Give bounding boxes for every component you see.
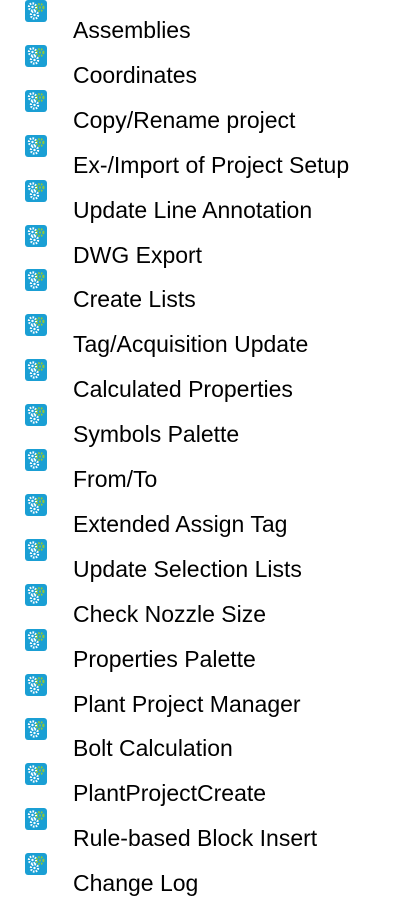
list-item[interactable]: Check Nozzle Size bbox=[0, 584, 403, 629]
list-item-label: Rule-based Block Insert bbox=[73, 825, 318, 851]
list-item-label: Calculated Properties bbox=[73, 376, 293, 402]
list-item[interactable]: Rule-based Block Insert bbox=[0, 808, 403, 853]
gears-icon bbox=[25, 674, 47, 696]
list-item-label: Extended Assign Tag bbox=[73, 511, 288, 537]
gears-icon bbox=[25, 494, 47, 516]
list-item[interactable]: Assemblies bbox=[0, 0, 403, 45]
gears-icon bbox=[25, 225, 47, 247]
gears-icon bbox=[25, 404, 47, 426]
list-item[interactable]: From/To bbox=[0, 449, 403, 494]
gears-icon bbox=[25, 314, 47, 336]
list-item[interactable]: Extended Assign Tag bbox=[0, 494, 403, 539]
list-item[interactable]: DWG Export bbox=[0, 225, 403, 270]
gears-icon bbox=[25, 718, 47, 740]
list-item[interactable]: PlantProjectCreate bbox=[0, 763, 403, 808]
gears-icon bbox=[25, 449, 47, 471]
gears-icon bbox=[25, 853, 47, 875]
list-item-label: Assemblies bbox=[73, 17, 191, 43]
gears-icon bbox=[25, 359, 47, 381]
list-item[interactable]: Symbols Palette bbox=[0, 404, 403, 449]
list-item-label: Copy/Rename project bbox=[73, 107, 296, 133]
list-item-label: PlantProjectCreate bbox=[73, 780, 267, 806]
list-item-label: Bolt Calculation bbox=[73, 735, 233, 761]
list-item-label: Update Selection Lists bbox=[73, 556, 302, 582]
list-item[interactable]: Copy/Rename project bbox=[0, 90, 403, 135]
list-item[interactable]: Ex-/Import of Project Setup bbox=[0, 135, 403, 180]
list-item[interactable]: Update Line Annotation bbox=[0, 180, 403, 225]
list-item-label: Properties Palette bbox=[73, 646, 256, 672]
list-item-label: Change Log bbox=[73, 870, 199, 896]
list-item-label: Update Line Annotation bbox=[73, 197, 313, 223]
list-item[interactable]: Change Log bbox=[0, 853, 403, 898]
list-item-label: Symbols Palette bbox=[73, 421, 240, 447]
list-item-label: Tag/Acquisition Update bbox=[73, 331, 309, 357]
list-item[interactable]: Properties Palette bbox=[0, 629, 403, 674]
plugin-list: Assemblies Coordinates Copy/Rename project… bbox=[0, 0, 403, 916]
gears-icon bbox=[25, 90, 47, 112]
gears-icon bbox=[25, 0, 47, 22]
list-item-label: Coordinates bbox=[73, 62, 198, 88]
list-item-label: From/To bbox=[73, 466, 158, 492]
gears-icon bbox=[25, 269, 47, 291]
gears-icon bbox=[25, 629, 47, 651]
gears-icon bbox=[25, 584, 47, 606]
list-item[interactable]: Tag/Acquisition Update bbox=[0, 314, 403, 359]
list-item[interactable]: Update Selection Lists bbox=[0, 539, 403, 584]
gears-icon bbox=[25, 539, 47, 561]
list-item[interactable]: Create Lists bbox=[0, 269, 403, 314]
list-item-label: DWG Export bbox=[73, 242, 203, 268]
list-item[interactable]: Bolt Calculation bbox=[0, 718, 403, 763]
gears-icon bbox=[25, 135, 47, 157]
list-item-label: Check Nozzle Size bbox=[73, 601, 267, 627]
gears-icon bbox=[25, 763, 47, 785]
list-item-label: Ex-/Import of Project Setup bbox=[73, 152, 350, 178]
gears-icon bbox=[25, 808, 47, 830]
gears-icon bbox=[25, 45, 47, 67]
list-item[interactable]: Coordinates bbox=[0, 45, 403, 90]
list-item-label: Plant Project Manager bbox=[73, 691, 301, 717]
gears-icon bbox=[25, 180, 47, 202]
list-item[interactable]: Calculated Properties bbox=[0, 359, 403, 404]
list-item-label: Create Lists bbox=[73, 286, 196, 312]
list-item[interactable]: Plant Project Manager bbox=[0, 674, 403, 719]
